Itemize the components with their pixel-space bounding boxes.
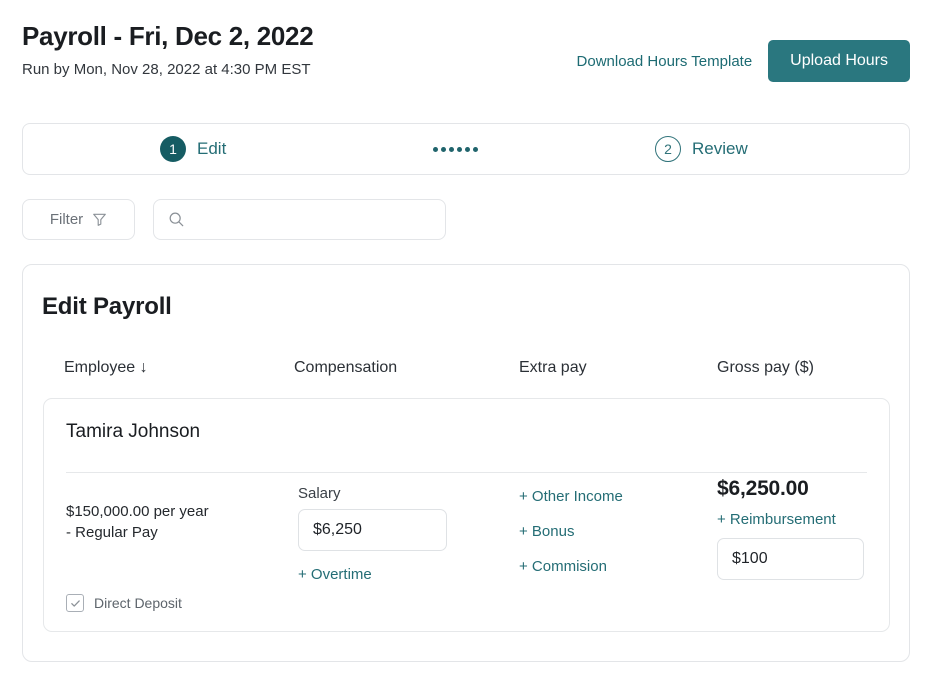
connector-dot [433, 146, 438, 152]
stepper-connector-dots [433, 146, 478, 152]
connector-dot [449, 146, 454, 152]
filter-button[interactable]: Filter [22, 199, 135, 240]
search-box[interactable] [153, 199, 446, 240]
search-input[interactable] [195, 200, 431, 239]
funnel-icon [92, 212, 107, 227]
employee-compensation-summary: $150,000.00 per year - Regular Pay [66, 501, 281, 543]
reimbursement-input-wrap [717, 538, 877, 580]
reimbursement-input[interactable] [717, 538, 864, 580]
employee-card-divider [66, 472, 867, 473]
direct-deposit-label: Direct Deposit [94, 595, 182, 611]
add-reimbursement-link[interactable]: + Reimbursement [717, 510, 836, 529]
add-overtime-link[interactable]: + Overtime [298, 565, 372, 584]
header-actions: Download Hours Template Upload Hours [577, 40, 910, 82]
step-label-edit: Edit [197, 139, 227, 158]
column-header-compensation: Compensation [294, 359, 398, 376]
column-header-gross-pay: Gross pay ($) [717, 359, 814, 376]
upload-hours-button[interactable]: Upload Hours [768, 40, 910, 82]
compensation-cell: Salary + Overtime [298, 485, 498, 584]
connector-dot [457, 146, 462, 152]
salary-input[interactable] [298, 509, 447, 551]
add-other-income-link[interactable]: + Other Income [519, 487, 623, 506]
edit-payroll-panel: Edit Payroll Employee ↓ Compensation Ext… [22, 264, 910, 662]
connector-dot [441, 146, 446, 152]
column-header-employee[interactable]: Employee ↓ [64, 359, 148, 377]
direct-deposit-row[interactable]: Direct Deposit [66, 594, 182, 612]
search-icon [168, 211, 185, 228]
add-commission-link[interactable]: + Commision [519, 557, 607, 576]
step-label-review: Review [692, 139, 748, 158]
filter-toolbar: Filter [22, 199, 446, 240]
download-hours-template-button[interactable]: Download Hours Template [577, 53, 753, 70]
step-edit[interactable]: 1 Edit [160, 136, 226, 162]
gross-pay-amount: $6,250.00 [717, 477, 809, 500]
compensation-type: - Regular Pay [66, 524, 158, 541]
compensation-rate: $150,000.00 per year [66, 503, 209, 520]
progress-stepper: 1 Edit 2 Review [22, 123, 910, 175]
gross-pay-cell: $6,250.00 + Reimbursement [717, 477, 877, 580]
connector-dot [465, 146, 470, 152]
employee-row-card: Tamira Johnson $150,000.00 per year - Re… [43, 398, 890, 632]
payroll-page: Payroll - Fri, Dec 2, 2022 Run by Mon, N… [0, 0, 926, 682]
step-number-badge: 2 [655, 136, 681, 162]
connector-dot [473, 146, 478, 152]
employee-name: Tamira Johnson [66, 421, 201, 442]
column-header-extra-pay: Extra pay [519, 359, 587, 376]
salary-label: Salary [298, 485, 341, 502]
filter-button-label: Filter [49, 211, 84, 228]
direct-deposit-checkbox[interactable] [66, 594, 84, 612]
step-review[interactable]: 2 Review [655, 136, 748, 162]
add-bonus-link[interactable]: + Bonus [519, 522, 574, 541]
extra-pay-cell: + Other Income + Bonus + Commision [519, 487, 709, 576]
table-column-headers: Employee ↓ Compensation Extra pay Gross … [42, 359, 890, 383]
page-header: Payroll - Fri, Dec 2, 2022 Run by Mon, N… [22, 20, 910, 98]
step-number-badge: 1 [160, 136, 186, 162]
panel-title: Edit Payroll [42, 293, 172, 320]
